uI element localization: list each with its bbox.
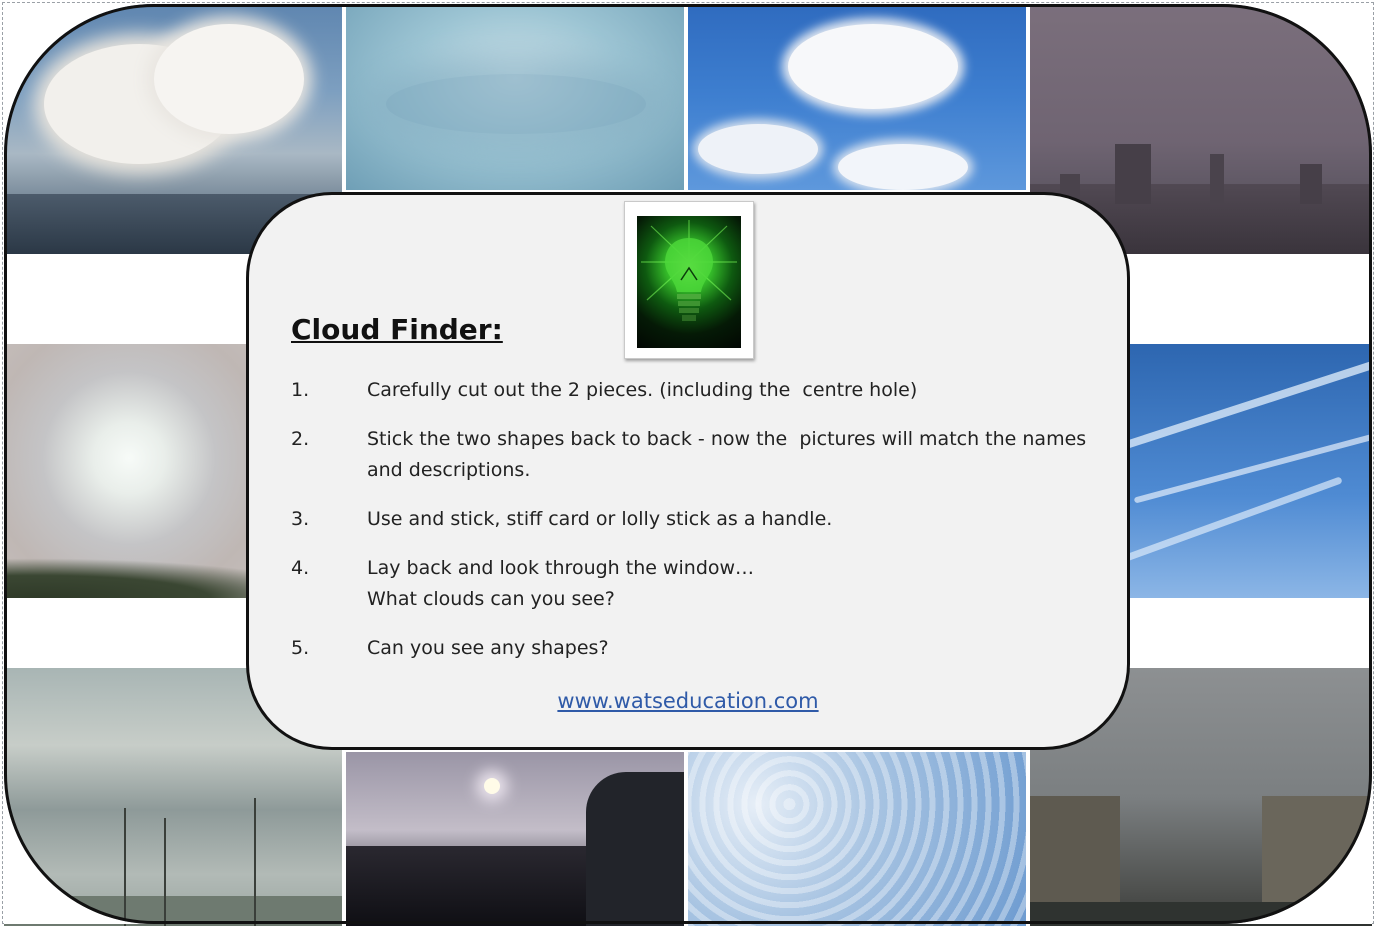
instruction-item: 3. Use and stick, stiff card or lolly st… (291, 504, 1091, 535)
step-text: Can you see any shapes? (367, 637, 609, 659)
step-number: 5. (291, 637, 310, 659)
lightbulb-icon (637, 216, 741, 348)
instruction-item: 2. Stick the two shapes back to back - n… (291, 424, 1091, 486)
cloud-photo-cumulus (688, 4, 1026, 190)
website-link[interactable]: www.watseducation.com (249, 689, 1127, 713)
page-title: Cloud Finder: (291, 313, 503, 346)
lightbulb-picture (624, 201, 754, 359)
step-text: Carefully cut out the 2 pieces. (includi… (367, 379, 918, 401)
step-number: 1. (291, 379, 310, 401)
step-text: Lay back and look through the window… Wh… (367, 557, 755, 610)
instruction-panel: Cloud Finder: 1. Carefully cut out the 2… (246, 192, 1130, 750)
instruction-item: 1. Carefully cut out the 2 pieces. (incl… (291, 375, 1091, 406)
instruction-item: 5. Can you see any shapes? (291, 633, 1091, 664)
step-text: Use and stick, stiff card or lolly stick… (367, 508, 833, 530)
instruction-list: 1. Carefully cut out the 2 pieces. (incl… (291, 375, 1091, 682)
cloud-photo-stratus-sun (346, 752, 684, 926)
step-number: 2. (291, 428, 310, 450)
lightbulb-icon-svg (641, 220, 737, 321)
step-number: 3. (291, 508, 310, 530)
cloud-photo-altocumulus (688, 752, 1026, 926)
instruction-item: 4. Lay back and look through the window…… (291, 553, 1091, 615)
cloud-photo-altostratus (346, 4, 684, 190)
step-text: Stick the two shapes back to back - now … (367, 428, 1093, 481)
step-number: 4. (291, 557, 310, 579)
